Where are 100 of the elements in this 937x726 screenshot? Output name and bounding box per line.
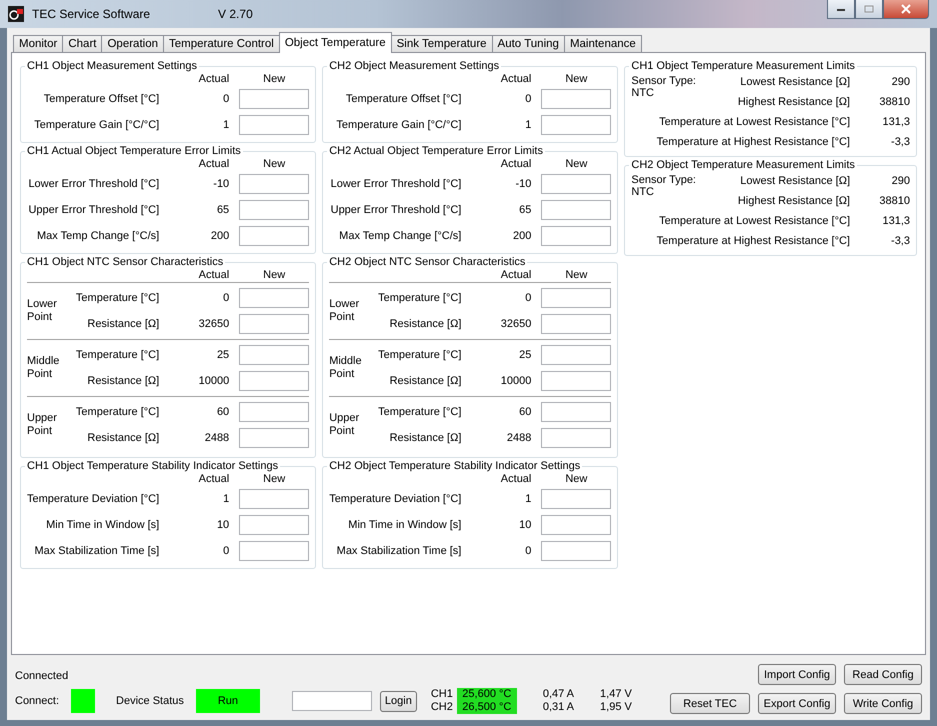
limit-label: Temperature at Lowest Resistance [°C] [658,116,850,128]
maximize-icon [864,5,874,13]
new-value-field[interactable] [541,115,612,135]
close-button[interactable] [883,0,929,19]
actual-value: 65 [518,204,532,216]
new-value-field[interactable] [541,314,612,334]
export-config-button[interactable]: Export Config [758,693,836,714]
actual-value: 0 [524,292,532,304]
actual-value: 1 [222,119,230,131]
voltage-readout: 1,47 V [599,688,632,701]
read-config-button[interactable]: Read Config [844,664,922,685]
temperature-readout: 26,500 °C [456,701,517,714]
new-value-field[interactable] [239,428,310,448]
channel-label: CH1 [430,688,454,701]
tab[interactable]: Operation [101,35,164,53]
point-label: Upper Point [329,412,360,438]
new-value-field[interactable] [541,226,612,246]
field-label: Temperature Gain [°C/°C] [33,119,160,131]
field-label: Temperature [°C] [377,292,462,304]
field-label: Max Temp Change [°C/s] [338,230,462,242]
reset-tec-button[interactable]: Reset TEC [670,693,750,714]
limit-label: Highest Resistance [Ω] [736,195,850,207]
temperature-readout: 25,600 °C [456,688,517,701]
import-config-button[interactable]: Import Config [758,664,836,685]
new-value-field[interactable] [239,314,310,334]
window-title: TEC Service Software [32,7,150,21]
new-value-field[interactable] [239,89,310,109]
group-title: CH1 Object Temperature Stability Indicator Settings [26,460,280,472]
login-button[interactable]: Login [380,690,417,712]
limit-label: Temperature at Highest Resistance [°C] [656,235,850,247]
new-value-field[interactable] [541,428,612,448]
tab[interactable]: Object Temperature [278,32,392,53]
current-readout: 0,47 A [542,688,574,701]
new-value-field[interactable] [541,489,612,509]
new-value-field[interactable] [239,226,310,246]
new-value-field[interactable] [541,174,612,194]
new-value-field[interactable] [541,371,612,391]
tab[interactable]: Monitor [13,35,64,53]
column-header: New [564,73,588,85]
actual-value: 200 [512,230,532,242]
column-header: Actual [500,269,532,281]
new-value-field[interactable] [239,371,310,391]
new-value-field[interactable] [239,200,310,220]
tab[interactable]: Chart [62,35,102,53]
new-value-field[interactable] [541,541,612,561]
field-label: Resistance [Ω] [388,318,462,330]
point-label: Upper Point [27,412,58,438]
new-value-field[interactable] [541,89,612,109]
new-value-field[interactable] [239,115,310,135]
new-value-field[interactable] [239,541,310,561]
actual-value: 1 [524,493,532,505]
minimize-button[interactable] [827,0,855,19]
actual-value: 0 [524,545,532,557]
tab[interactable]: Maintenance [564,35,642,53]
actual-value: 1 [524,119,532,131]
column-header: New [564,158,588,170]
column-header: New [564,269,588,281]
new-value-field[interactable] [541,200,612,220]
column-header: New [262,73,286,85]
sensor-type-label: Sensor Type: [631,174,697,186]
new-value-field[interactable] [541,402,612,422]
actual-value: 10000 [500,375,532,387]
group-title: CH2 Actual Object Temperature Error Limits [328,145,544,157]
new-value-field[interactable] [541,345,612,365]
new-value-field[interactable] [239,345,310,365]
tab[interactable]: Temperature Control [163,35,280,53]
tab[interactable]: Auto Tuning [492,35,565,53]
group-title: CH2 Object NTC Sensor Characteristics [328,256,526,268]
new-value-field[interactable] [239,402,310,422]
tab[interactable]: Sink Temperature [390,35,493,53]
sensor-type-value: NTC [631,87,655,99]
close-icon [900,4,912,14]
new-value-field[interactable] [541,515,612,535]
write-config-button[interactable]: Write Config [844,693,922,714]
actual-value: 0 [524,93,532,105]
column-header: Actual [500,73,532,85]
column-header: Actual [500,473,532,485]
new-value-field[interactable] [239,515,310,535]
field-label: Temperature Offset [°C] [344,93,462,105]
new-value-field[interactable] [239,288,310,308]
actual-value: 25 [518,349,532,361]
actual-value: 32650 [500,318,532,330]
new-value-field[interactable] [239,174,310,194]
limit-label: Lowest Resistance [Ω] [739,175,850,187]
actual-value: -10 [212,178,230,190]
field-label: Temperature Offset [°C] [42,93,160,105]
actual-value: 2488 [506,432,532,444]
limit-value: 290 [890,76,910,88]
new-value-field[interactable] [239,489,310,509]
new-value-field[interactable] [541,288,612,308]
actual-value: 200 [210,230,230,242]
group-title: CH2 Object Temperature Measurement Limits [630,159,856,171]
sensor-type-value: NTC [631,186,655,198]
connection-status-text: Connected [15,670,70,682]
maximize-button[interactable] [855,0,883,19]
point-label: Middle Point [329,355,363,381]
limit-value: -3,3 [890,136,910,148]
actual-value: 2488 [204,432,230,444]
sensor-type-label: Sensor Type: [631,75,697,87]
password-field[interactable] [292,691,372,711]
